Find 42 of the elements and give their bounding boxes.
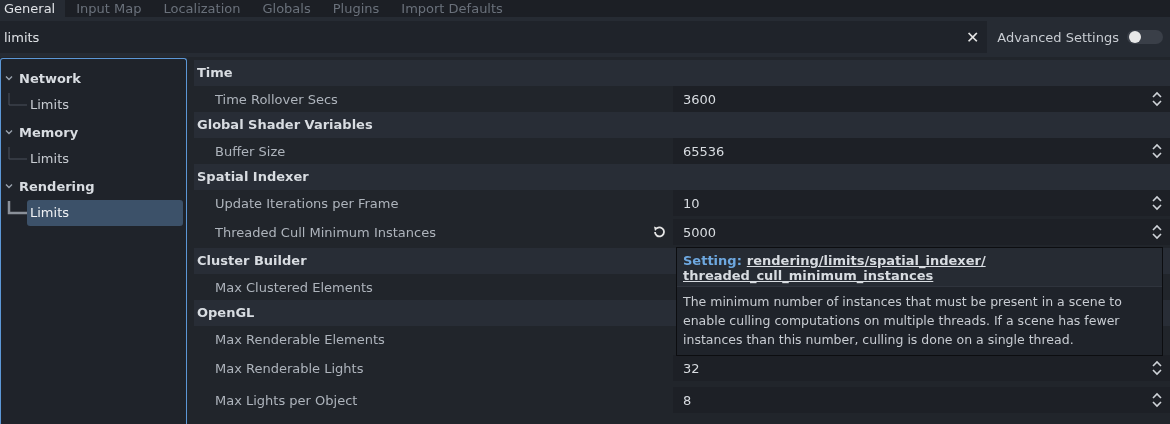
tree-connector-icon [7,201,27,215]
toggle-switch[interactable] [1127,30,1163,44]
number-field[interactable]: 10 [673,190,1170,216]
tree-category[interactable]: Network [19,70,81,86]
property-name: Max Lights per Object [214,392,359,408]
advanced-settings-label: Advanced Settings [997,29,1119,45]
number-field[interactable]: 65536 [673,138,1170,164]
number-field[interactable]: 8 [673,387,1170,413]
number-field[interactable]: 5000 [673,219,1170,245]
revert-icon[interactable] [652,225,666,239]
spinner-icon[interactable] [1152,91,1162,107]
section-header: Spatial Indexer [194,164,1170,190]
search-field[interactable]: limits ✕ [0,21,988,53]
property-name: Time Rollover Secs [214,91,339,107]
tooltip-label: Setting: [683,253,742,268]
setting-path: rendering/limits/spatial_indexer/ [746,253,986,268]
spinner-icon[interactable] [1152,360,1162,376]
tree-category[interactable]: Rendering [19,178,95,194]
chevron-icon[interactable] [4,73,14,83]
spinner-icon[interactable] [1152,195,1162,211]
tab[interactable]: General [0,0,66,17]
tree-connector-icon [7,93,27,107]
spinner-icon[interactable] [1152,392,1162,408]
spinner-icon[interactable] [1152,224,1162,240]
section-header: Time [194,60,1170,86]
tree-item[interactable]: Limits [27,146,183,172]
section-header: Global Shader Variables [194,112,1170,138]
chevron-icon[interactable] [4,127,14,137]
number-field[interactable]: 3600 [673,86,1170,112]
property-name: Threaded Cull Minimum Instances [214,224,437,240]
chevron-icon[interactable] [4,181,14,191]
tree-category[interactable]: Memory [19,124,79,140]
tree-connector-icon [7,147,27,161]
spinner-icon[interactable] [1152,143,1162,159]
tree-item[interactable]: Limits [27,92,183,118]
property-name: Buffer Size [214,143,287,159]
property-name: Update Iterations per Frame [214,195,400,211]
property-name: Max Clustered Elements [214,279,374,295]
number-field[interactable]: 32 [673,355,1170,381]
tree-item[interactable]: Limits [27,200,183,226]
property-name: Max Renderable Elements [214,331,386,347]
property-name: Max Renderable Lights [214,360,365,376]
